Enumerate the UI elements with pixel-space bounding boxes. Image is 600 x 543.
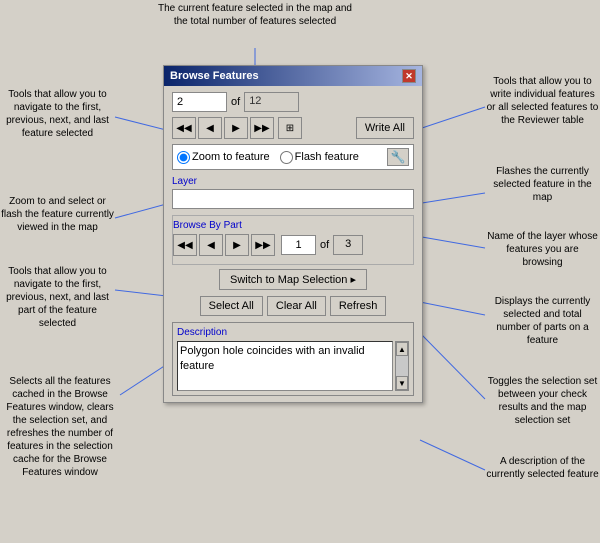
description-area-wrap: Polygon hole coincides with an invalid f… <box>177 341 409 391</box>
annotation-right-1: Tools that allow you to write individual… <box>485 75 600 127</box>
zoom-to-feature-label[interactable]: Zoom to feature <box>177 151 270 164</box>
layer-input[interactable] <box>172 189 414 209</box>
layer-section-label: Layer <box>172 176 414 187</box>
switch-row: Switch to Map Selection ▸ <box>172 269 414 290</box>
annotation-right-6: A description of the currently selected … <box>485 455 600 481</box>
part-nav-row: ◀◀ ◀ ▶ ▶▶ of 3 <box>173 234 413 256</box>
part-of-label: of <box>320 239 329 251</box>
refresh-button[interactable]: Refresh <box>330 296 387 316</box>
grid-button[interactable]: ⊞ <box>278 117 302 139</box>
annotation-left-1: Tools that allow you to navigate to the … <box>0 88 115 140</box>
nav-buttons-row: ◀◀ ◀ ▶ ▶▶ ⊞ Write All <box>172 117 414 139</box>
select-all-button[interactable]: Select All <box>200 296 263 316</box>
scroll-up-button[interactable]: ▲ <box>396 342 408 356</box>
zoom-to-feature-radio[interactable] <box>177 151 190 164</box>
write-all-button[interactable]: Write All <box>356 117 414 139</box>
flash-feature-text: Flash feature <box>295 151 359 163</box>
selection-buttons-row: Select All Clear All Refresh <box>172 296 414 316</box>
part-last-button[interactable]: ▶▶ <box>251 234 275 256</box>
flash-feature-radio[interactable] <box>280 151 293 164</box>
feature-counter-row: of 12 <box>172 92 414 112</box>
nav-prev-button[interactable]: ◀ <box>198 117 222 139</box>
description-section: Description Polygon hole coincides with … <box>172 322 414 396</box>
description-scrollbar: ▲ ▼ <box>395 341 409 391</box>
dialog-titlebar: Browse Features ✕ <box>164 66 422 86</box>
clear-all-button[interactable]: Clear All <box>267 296 326 316</box>
description-label: Description <box>177 327 409 338</box>
part-total: 3 <box>333 235 363 255</box>
annotation-right-2: Flashes the currently selected feature i… <box>485 165 600 204</box>
browse-by-part-section: Browse By Part ◀◀ ◀ ▶ ▶▶ of 3 <box>172 215 414 265</box>
description-text: Polygon hole coincides with an invalid f… <box>177 341 393 391</box>
annotation-right-5: Toggles the selection set between your c… <box>485 375 600 427</box>
annotation-left-3: Tools that allow you to navigate to the … <box>0 265 115 330</box>
nav-next-button[interactable]: ▶ <box>224 117 248 139</box>
part-prev-button[interactable]: ◀ <box>199 234 223 256</box>
switch-to-map-selection-button[interactable]: Switch to Map Selection ▸ <box>219 269 367 290</box>
zoom-flash-row: Zoom to feature Flash feature 🔧 <box>172 144 414 170</box>
annotation-right-3: Name of the layer whose features you are… <box>485 230 600 269</box>
flash-feature-label[interactable]: Flash feature <box>280 151 359 164</box>
feature-total: 12 <box>244 92 299 112</box>
feature-current-input[interactable] <box>172 92 227 112</box>
dialog-title: Browse Features <box>170 70 259 82</box>
annotation-top-center: The current feature selected in the map … <box>155 2 355 28</box>
part-next-button[interactable]: ▶ <box>225 234 249 256</box>
part-current-input[interactable] <box>281 235 316 255</box>
zoom-to-feature-text: Zoom to feature <box>192 151 270 163</box>
browse-features-dialog: Browse Features ✕ of 12 ◀◀ ◀ ▶ ▶▶ ⊞ Writ… <box>163 65 423 403</box>
browse-by-part-label: Browse By Part <box>173 220 413 231</box>
annotation-right-4: Displays the currently selected and tota… <box>485 295 600 347</box>
annotation-left-2: Zoom to and select or flash the feature … <box>0 195 115 234</box>
nav-last-button[interactable]: ▶▶ <box>250 117 274 139</box>
part-first-button[interactable]: ◀◀ <box>173 234 197 256</box>
scroll-track <box>396 356 408 376</box>
of-label: of <box>231 96 240 108</box>
layer-section: Layer <box>172 176 414 215</box>
annotation-left-4: Selects all the features cached in the B… <box>0 375 120 479</box>
wrench-button[interactable]: 🔧 <box>387 148 409 166</box>
scroll-down-button[interactable]: ▼ <box>396 376 408 390</box>
nav-first-button[interactable]: ◀◀ <box>172 117 196 139</box>
close-button[interactable]: ✕ <box>402 69 416 83</box>
